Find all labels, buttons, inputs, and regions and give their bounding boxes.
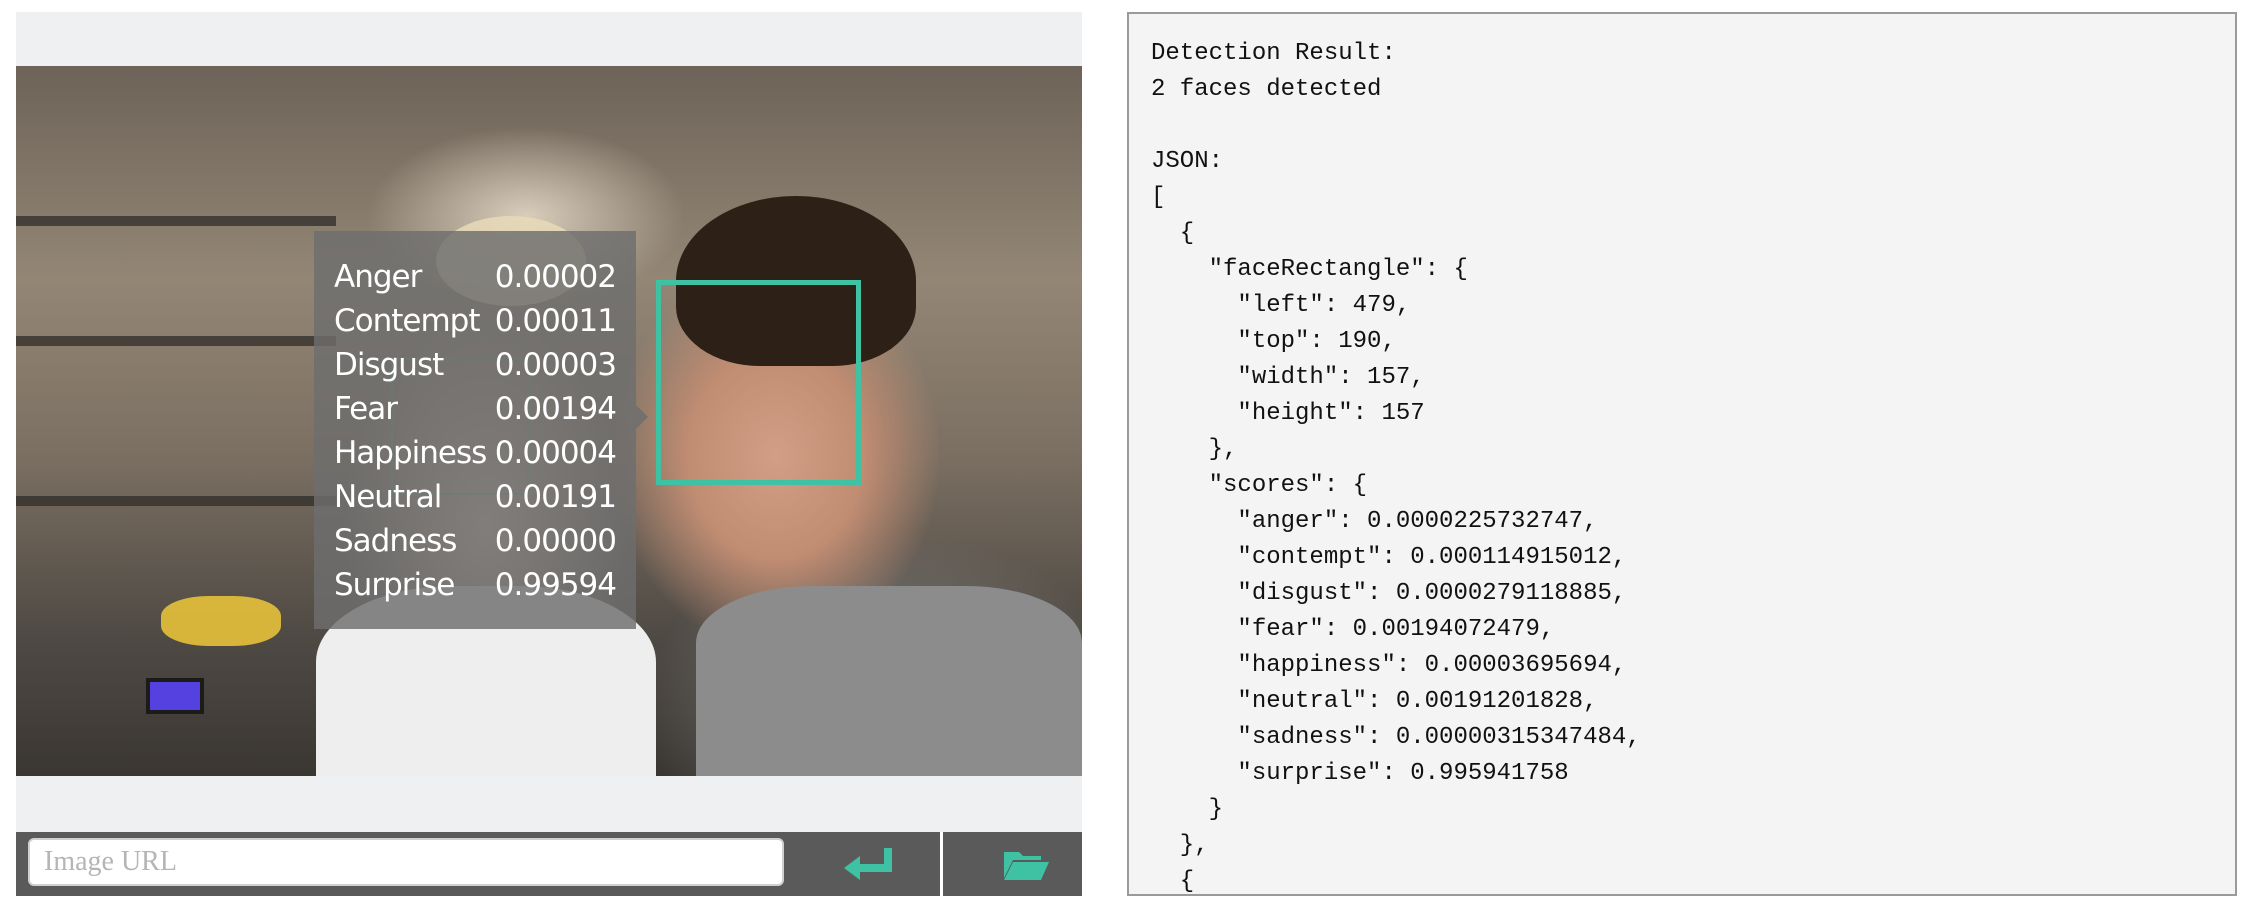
- score-label: Neutral: [334, 479, 442, 515]
- score-row-contempt: Contempt 0.00011: [334, 299, 617, 343]
- score-row-neutral: Neutral 0.00191: [334, 475, 617, 519]
- score-label: Disgust: [334, 347, 444, 383]
- score-row-happiness: Happiness 0.00004: [334, 431, 617, 475]
- shelf: [16, 336, 336, 346]
- score-label: Sadness: [334, 523, 457, 559]
- score-label: Happiness: [334, 435, 487, 471]
- score-row-fear: Fear 0.00194: [334, 387, 617, 431]
- score-value: 0.00011: [494, 303, 617, 339]
- image-panel: Anger 0.00002 Contempt 0.00011 Disgust 0…: [16, 12, 1082, 896]
- emotion-scores-tooltip: Anger 0.00002 Contempt 0.00011 Disgust 0…: [314, 231, 648, 629]
- score-label: Fear: [334, 391, 398, 427]
- detection-result-text: Detection Result: 2 faces detected JSON:…: [1151, 40, 1641, 895]
- man-shirt: [696, 586, 1082, 776]
- url-toolbar: [16, 832, 1082, 896]
- top-spacer: [16, 12, 1082, 66]
- submit-url-button[interactable]: [798, 832, 938, 896]
- score-value: 0.00191: [494, 479, 617, 515]
- folder-open-icon: [1004, 852, 1049, 880]
- score-label: Surprise: [334, 567, 455, 603]
- image-url-input[interactable]: [28, 838, 784, 886]
- score-label: Anger: [334, 259, 422, 295]
- enter-arrow-icon: [844, 848, 892, 880]
- score-value: 0.99594: [494, 567, 617, 603]
- browse-file-button[interactable]: [956, 832, 1096, 896]
- detection-result-panel[interactable]: Detection Result: 2 faces detected JSON:…: [1127, 12, 2237, 896]
- score-value: 0.00003: [494, 347, 617, 383]
- score-row-surprise: Surprise 0.99594: [334, 563, 617, 607]
- score-value: 0.00004: [494, 435, 617, 471]
- shelf: [16, 216, 336, 226]
- score-value: 0.00002: [494, 259, 617, 295]
- score-row-anger: Anger 0.00002: [334, 255, 617, 299]
- bottom-spacer: [16, 776, 1082, 832]
- score-row-disgust: Disgust 0.00003: [334, 343, 617, 387]
- appliance-light: [146, 678, 204, 714]
- shelf: [16, 496, 336, 506]
- face-rectangle-man[interactable]: [656, 280, 861, 485]
- score-value: 0.00000: [494, 523, 617, 559]
- score-label: Contempt: [334, 303, 481, 339]
- yellow-cups: [161, 596, 281, 646]
- score-row-sadness: Sadness 0.00000: [334, 519, 617, 563]
- score-value: 0.00194: [494, 391, 617, 427]
- toolbar-divider: [940, 832, 943, 896]
